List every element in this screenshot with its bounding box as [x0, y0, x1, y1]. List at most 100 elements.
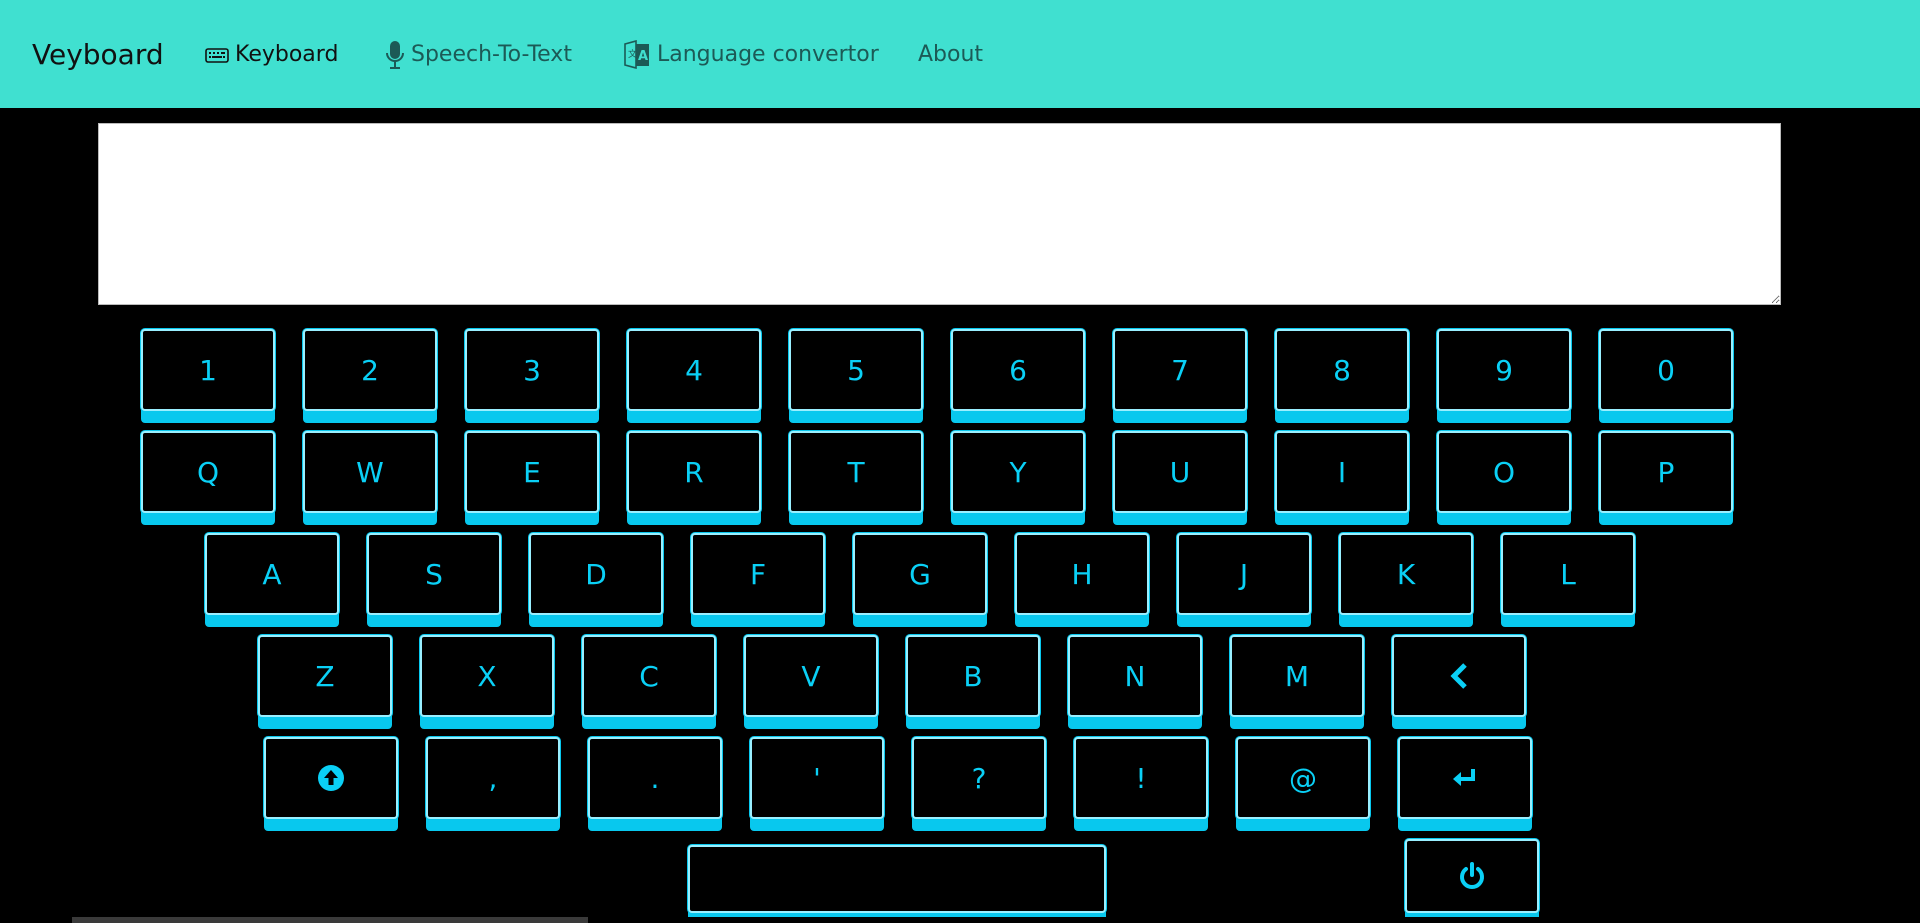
key-label: I	[1337, 455, 1347, 489]
key-question[interactable]: ?	[912, 737, 1046, 819]
key-label: 6	[1009, 353, 1027, 387]
arrow-up-circle-icon	[317, 764, 345, 792]
key-label: J	[1239, 557, 1249, 591]
key-label: 4	[685, 353, 703, 387]
power-key[interactable]	[1405, 839, 1539, 913]
key-p[interactable]: P	[1599, 431, 1733, 513]
key-4[interactable]: 4	[627, 329, 761, 411]
key-7[interactable]: 7	[1113, 329, 1247, 411]
svg-text:A: A	[638, 49, 648, 64]
key-r[interactable]: R	[627, 431, 761, 513]
key-period[interactable]: .	[588, 737, 722, 819]
key-label: A	[262, 557, 282, 591]
keyboard-icon	[205, 46, 229, 64]
horizontal-scrollbar[interactable]	[0, 917, 1920, 923]
nav-about-label: About	[918, 42, 984, 67]
key-label: X	[477, 659, 497, 693]
enter-arrow-icon	[1451, 767, 1479, 789]
key-f[interactable]: F	[691, 533, 825, 615]
key-s[interactable]: S	[367, 533, 501, 615]
chevron-left-icon	[1448, 662, 1470, 690]
key-j[interactable]: J	[1177, 533, 1311, 615]
key-2[interactable]: 2	[303, 329, 437, 411]
key-h[interactable]: H	[1015, 533, 1149, 615]
microphone-icon	[385, 40, 405, 70]
key-label: P	[1657, 455, 1675, 489]
key-y[interactable]: Y	[951, 431, 1085, 513]
key-w[interactable]: W	[303, 431, 437, 513]
key-t[interactable]: T	[789, 431, 923, 513]
key-1[interactable]: 1	[141, 329, 275, 411]
key-x[interactable]: X	[420, 635, 554, 717]
brand-logo[interactable]: Veyboard	[32, 36, 164, 74]
key-label: K	[1396, 557, 1416, 591]
key-label: ,	[488, 761, 498, 795]
backspace-key[interactable]	[1392, 635, 1526, 717]
key-9[interactable]: 9	[1437, 329, 1571, 411]
key-label: Q	[196, 455, 220, 489]
key-o[interactable]: O	[1437, 431, 1571, 513]
nav-speech-label: Speech-To-Text	[411, 42, 572, 67]
key-comma[interactable]: ,	[426, 737, 560, 819]
key-n[interactable]: N	[1068, 635, 1202, 717]
scrollbar-thumb[interactable]	[72, 917, 588, 923]
key-label: Y	[1009, 455, 1027, 489]
key-b[interactable]: B	[906, 635, 1040, 717]
key-d[interactable]: D	[529, 533, 663, 615]
key-m[interactable]: M	[1230, 635, 1364, 717]
key-3[interactable]: 3	[465, 329, 599, 411]
key-0[interactable]: 0	[1599, 329, 1733, 411]
key-at[interactable]: @	[1236, 737, 1370, 819]
translate-icon: 文A	[623, 40, 651, 70]
key-e[interactable]: E	[465, 431, 599, 513]
space-key[interactable]	[688, 845, 1106, 913]
key-v[interactable]: V	[744, 635, 878, 717]
power-icon	[1457, 861, 1487, 891]
key-label: M	[1284, 659, 1310, 693]
key-label: L	[1560, 557, 1576, 591]
key-exclamation[interactable]: !	[1074, 737, 1208, 819]
key-5[interactable]: 5	[789, 329, 923, 411]
key-label: 7	[1171, 353, 1189, 387]
nav-keyboard-label: Keyboard	[235, 42, 339, 67]
key-i[interactable]: I	[1275, 431, 1409, 513]
key-label: W	[356, 455, 384, 489]
key-g[interactable]: G	[853, 533, 987, 615]
key-c[interactable]: C	[582, 635, 716, 717]
key-q[interactable]: Q	[141, 431, 275, 513]
key-label: Z	[315, 659, 335, 693]
key-label: 0	[1657, 353, 1675, 387]
key-apostrophe[interactable]: '	[750, 737, 884, 819]
svg-text:文: 文	[628, 48, 637, 60]
key-label: H	[1071, 557, 1093, 591]
enter-key[interactable]	[1398, 737, 1532, 819]
key-label: 2	[361, 353, 379, 387]
key-label: N	[1124, 659, 1146, 693]
key-label: .	[650, 761, 660, 795]
key-label: C	[639, 659, 659, 693]
key-label: 8	[1333, 353, 1351, 387]
text-editor[interactable]	[98, 123, 1781, 305]
shift-key[interactable]	[264, 737, 398, 819]
key-l[interactable]: L	[1501, 533, 1635, 615]
key-label: U	[1169, 455, 1191, 489]
key-label: T	[847, 455, 865, 489]
key-label: E	[523, 455, 541, 489]
key-label: @	[1289, 761, 1317, 795]
key-8[interactable]: 8	[1275, 329, 1409, 411]
nav-speech-to-text[interactable]: Speech-To-Text	[385, 40, 572, 70]
key-6[interactable]: 6	[951, 329, 1085, 411]
key-u[interactable]: U	[1113, 431, 1247, 513]
key-z[interactable]: Z	[258, 635, 392, 717]
nav-keyboard[interactable]: Keyboard	[205, 40, 338, 70]
key-label: 3	[523, 353, 541, 387]
key-k[interactable]: K	[1339, 533, 1473, 615]
key-label: G	[909, 557, 931, 591]
key-a[interactable]: A	[205, 533, 339, 615]
key-label: F	[749, 557, 767, 591]
key-label: !	[1135, 761, 1147, 795]
nav-language-label: Language convertor	[657, 42, 879, 67]
nav-language-convertor[interactable]: 文A Language convertor	[623, 40, 879, 70]
key-label: 5	[847, 353, 865, 387]
nav-about[interactable]: About	[918, 40, 983, 70]
